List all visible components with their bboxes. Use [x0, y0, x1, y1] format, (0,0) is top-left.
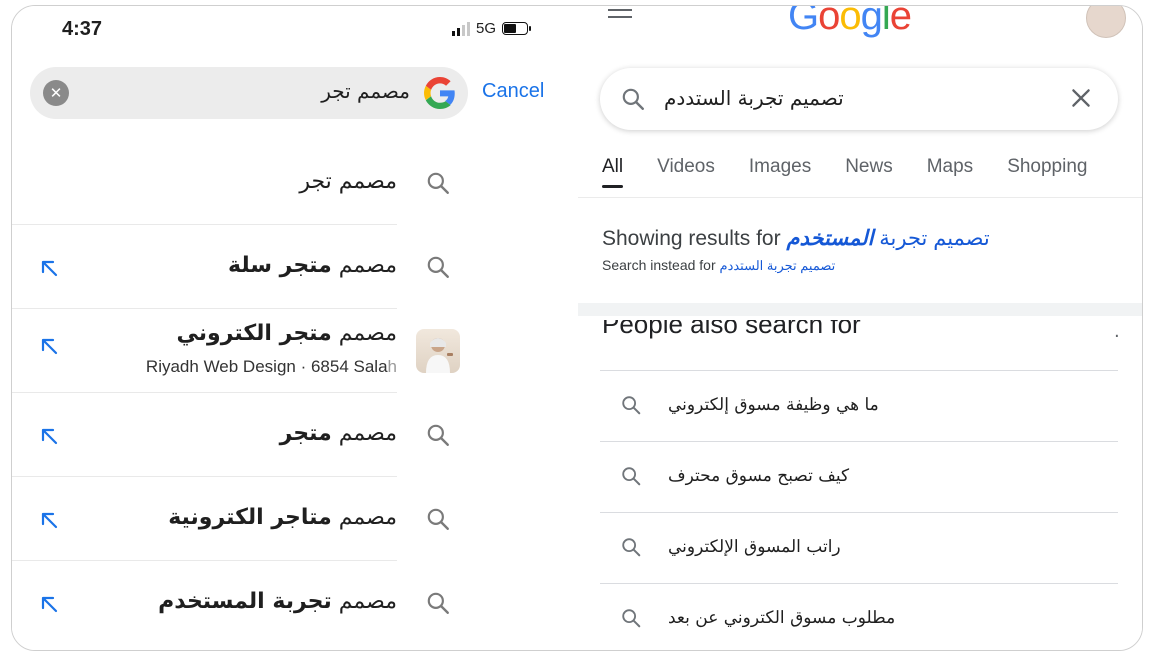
suggestion-text: مصمم تجر	[299, 169, 397, 194]
suggestion-text: مصمم تجربة المستخدم	[158, 589, 397, 614]
search-icon	[622, 467, 641, 486]
suggestion-text: مصمم متجر سلة	[228, 253, 397, 278]
menu-icon[interactable]	[608, 9, 632, 23]
account-avatar[interactable]	[1086, 6, 1126, 38]
suggestion-item[interactable]: مصمم متجر الكتروني Riyadh Web Design · 6…	[12, 309, 460, 393]
suggestion-item[interactable]: مصمم متجر	[12, 393, 449, 477]
cancel-button[interactable]: Cancel	[482, 80, 544, 103]
google-g-icon	[424, 77, 455, 109]
tab-all[interactable]: All	[602, 156, 624, 188]
related-search-item[interactable]: راتب المسوق الإلكتروني	[600, 512, 1118, 583]
tabs-divider	[578, 197, 1142, 198]
related-search-item[interactable]: مطلوب مسوق الكتروني عن بعد	[600, 583, 1118, 650]
suggestion-text: مصمم متاجر الكترونية	[168, 505, 397, 530]
search-icon	[622, 609, 641, 628]
search-instead-label: Search instead for	[602, 257, 716, 273]
google-logo[interactable]: Google	[788, 6, 912, 39]
status-time: 4:37	[62, 18, 103, 40]
related-search-text: ما هي وظيفة مسوق إلكتروني	[668, 395, 879, 415]
related-search-text: راتب المسوق الإلكتروني	[668, 537, 841, 557]
search-icon	[427, 256, 449, 278]
google-results-pane: Google تصميم تجربة الستددم All Videos Im…	[578, 6, 1142, 650]
fill-query-arrow-icon[interactable]	[40, 259, 60, 279]
google-search-box[interactable]: تصميم تجربة الستددم	[600, 68, 1118, 130]
section-separator	[578, 303, 1142, 316]
related-search-item[interactable]: ما هي وظيفة مسوق إلكتروني	[600, 370, 1118, 441]
place-thumbnail-image	[416, 329, 460, 373]
close-icon[interactable]	[1068, 85, 1094, 111]
showing-results-label: Showing results for	[602, 227, 781, 250]
tab-maps[interactable]: Maps	[927, 156, 973, 178]
suggestion-item[interactable]: مصمم متاجر الكترونية	[12, 477, 449, 561]
search-input[interactable]: مصمم تجر	[321, 79, 410, 103]
suggestion-item[interactable]: مصمم متجر سلة	[12, 225, 449, 309]
suggestion-text: مصمم متجر الكتروني	[176, 321, 397, 346]
clear-search-button[interactable]: ✕	[43, 80, 69, 106]
related-search-text: مطلوب مسوق الكتروني عن بعد	[668, 608, 896, 628]
search-icon	[427, 508, 449, 530]
people-also-search-title: People also search for	[602, 320, 861, 339]
fill-query-arrow-icon[interactable]	[40, 427, 60, 447]
spelling-correction: Showing results for تصميم تجربة المستخدم…	[602, 226, 1122, 274]
search-icon	[622, 396, 641, 415]
more-options-icon[interactable]: ·	[1114, 326, 1120, 347]
suggestion-item[interactable]: مصمم تجربة المستخدم	[12, 561, 449, 645]
related-search-text: كيف تصبح مسوق محترف	[668, 466, 850, 486]
tab-images[interactable]: Images	[749, 156, 811, 178]
tab-shopping[interactable]: Shopping	[1007, 156, 1087, 178]
original-query-link[interactable]: تصميم تجربة الستددم	[720, 258, 836, 273]
search-tabs: All Videos Images News Maps Shopping	[602, 156, 1087, 188]
search-icon[interactable]	[620, 86, 646, 112]
related-search-item[interactable]: كيف تصبح مسوق محترف	[600, 441, 1118, 512]
suggestion-list: مصمم تجر مصمم متجر سلة مصمم متجر الكترون…	[12, 141, 460, 645]
search-icon	[427, 592, 449, 614]
status-indicators: 5G	[452, 20, 532, 37]
suggestion-subtitle: Riyadh Web Design · 6854 Salah	[145, 357, 397, 376]
corrected-query-link[interactable]: تصميم تجربة المستخدم	[786, 227, 989, 250]
people-also-search-list: ما هي وظيفة مسوق إلكتروني كيف تصبح مسوق …	[600, 370, 1118, 650]
tab-videos[interactable]: Videos	[657, 156, 715, 178]
suggestion-text: مصمم متجر	[279, 421, 397, 446]
signal-icon	[452, 21, 470, 36]
google-search-input[interactable]: تصميم تجربة الستددم	[664, 86, 844, 110]
fill-query-arrow-icon[interactable]	[40, 595, 60, 615]
fill-query-arrow-icon[interactable]	[40, 337, 60, 357]
network-label: 5G	[476, 20, 497, 37]
ios-search-pane: 4:37 5G ✕ مصمم تجر Cancel مصمم تجر مصمم …	[12, 6, 578, 650]
screenshot-frame: 4:37 5G ✕ مصمم تجر Cancel مصمم تجر مصمم …	[11, 5, 1143, 651]
suggestion-item[interactable]: مصمم تجر	[12, 141, 449, 225]
tab-news[interactable]: News	[845, 156, 893, 178]
search-icon	[622, 538, 641, 557]
search-icon	[427, 424, 449, 446]
battery-icon	[502, 22, 532, 35]
search-icon	[427, 172, 449, 194]
search-bar[interactable]: ✕ مصمم تجر	[30, 67, 468, 119]
fill-query-arrow-icon[interactable]	[40, 511, 60, 531]
